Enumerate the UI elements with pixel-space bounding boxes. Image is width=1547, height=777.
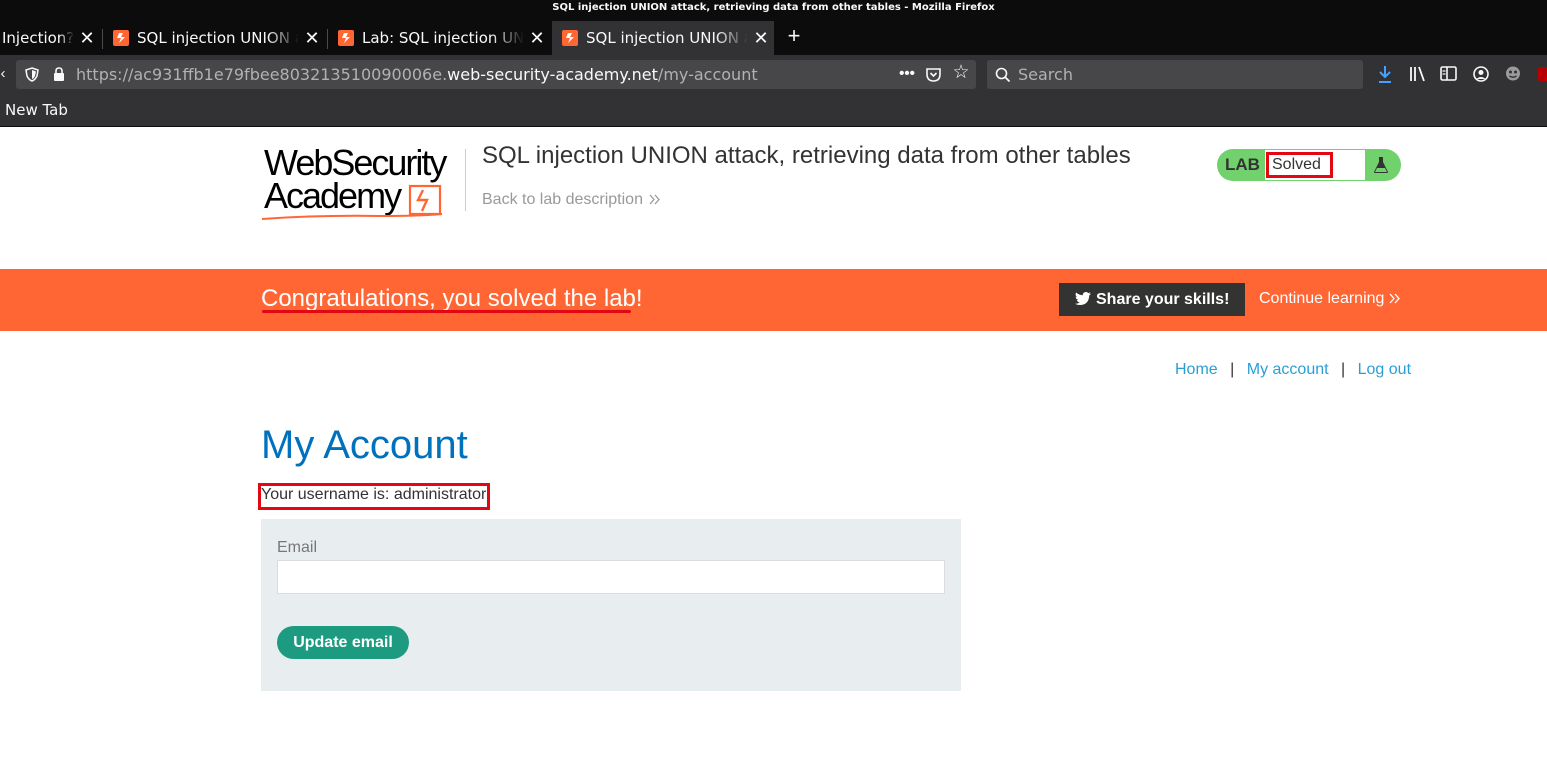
congratulations-underline (262, 310, 631, 313)
navigation-bar: ‹ https://ac931ffb1e79fbee80321351009000… (0, 55, 1547, 93)
logo-line-2: Academy (264, 175, 402, 216)
solved-banner: Congratulations, you solved the lab! Sha… (0, 269, 1547, 331)
portswigger-favicon-icon (338, 30, 354, 46)
continue-learning-link[interactable]: Continue learning (1259, 290, 1401, 308)
search-field[interactable]: Search (987, 60, 1363, 89)
twitter-icon (1075, 292, 1091, 305)
portswigger-favicon-icon (562, 30, 578, 46)
nav-separator: | (1230, 361, 1235, 378)
url-bar[interactable]: https://ac931ffb1e79fbee803213510090006e… (16, 60, 976, 89)
nav-separator: | (1341, 361, 1346, 378)
library-icon[interactable] (1409, 66, 1426, 82)
back-link-label: Back to lab description (482, 191, 643, 208)
window-title: SQL injection UNION attack, retrieving d… (0, 0, 1547, 15)
nav-home-link[interactable]: Home (1175, 361, 1218, 378)
update-email-form: Email Update email (261, 519, 961, 691)
ublock-icon[interactable] (1538, 67, 1547, 81)
share-button-label: Share your skills! (1096, 291, 1230, 308)
search-placeholder: Search (1018, 65, 1073, 84)
continue-learning-label: Continue learning (1259, 290, 1385, 307)
lock-icon[interactable] (53, 67, 65, 82)
tab-label: SQL injection UNION attack (137, 29, 299, 47)
email-field[interactable] (277, 560, 945, 594)
url-text[interactable]: https://ac931ffb1e79fbee803213510090006e… (76, 60, 758, 89)
share-skills-button[interactable]: Share your skills! (1059, 283, 1245, 316)
username-highlight-box (258, 483, 490, 510)
congratulations-message: Congratulations, you solved the lab! (261, 285, 643, 312)
update-email-button[interactable]: Update email (277, 626, 409, 659)
url-prefix: https://ac931ffb1e79fbee803213510090006e… (76, 65, 448, 84)
pocket-icon[interactable] (925, 66, 942, 83)
double-chevron-right-icon (1389, 293, 1400, 304)
lab-title: SQL injection UNION attack, retrieving d… (482, 142, 1131, 169)
url-path: /my-account (657, 65, 758, 84)
tab-label: Injection? (2, 29, 74, 47)
tab-sql-injection-1[interactable]: SQL injection UNION attack ✕ (103, 21, 325, 55)
search-icon (995, 67, 1011, 83)
tab-injection[interactable]: Injection? ✕ (0, 21, 100, 55)
tab-label: SQL injection UNION attack (586, 29, 748, 47)
close-icon[interactable]: ✕ (748, 28, 774, 49)
back-to-lab-description-link[interactable]: Back to lab description (482, 191, 661, 209)
tab-strip: Injection? ✕ SQL injection UNION attack … (0, 15, 1547, 55)
lab-badge-label: LAB (1225, 155, 1260, 174)
web-security-academy-logo[interactable]: WebSecurity Academy (261, 145, 464, 221)
page-title: My Account (261, 423, 468, 467)
back-arrow-icon[interactable]: ‹ (0, 64, 6, 84)
close-icon[interactable]: ✕ (299, 28, 325, 49)
logo-swoosh-icon (261, 213, 443, 220)
header-divider (465, 149, 466, 211)
shield-icon[interactable] (25, 67, 39, 82)
account-navigation: Home | My account | Log out (1175, 361, 1411, 379)
tab-label: Lab: SQL injection UNION (362, 29, 524, 47)
nav-log-out-link[interactable]: Log out (1358, 361, 1411, 378)
logo-lightning-icon (408, 184, 442, 216)
account-icon[interactable] (1473, 66, 1489, 82)
tab-sql-injection-active[interactable]: SQL injection UNION attack ✕ (552, 21, 774, 55)
page-content: WebSecurity Academy SQL injection UNION … (0, 127, 1547, 777)
flask-icon (1374, 157, 1388, 173)
portswigger-favicon-icon (113, 30, 129, 46)
bookmark-star-icon[interactable]: ☆ (950, 63, 972, 83)
close-icon[interactable]: ✕ (74, 28, 100, 49)
bookmark-new-tab[interactable]: New Tab (5, 93, 68, 127)
solved-highlight-box (1266, 152, 1333, 178)
extension-icon[interactable] (1504, 65, 1522, 82)
bookmarks-bar: New Tab (0, 93, 1547, 127)
sidebar-icon[interactable] (1440, 66, 1457, 81)
page-actions-more-icon[interactable]: ••• (896, 64, 918, 84)
double-chevron-right-icon (649, 194, 661, 205)
email-label: Email (277, 539, 318, 556)
tab-lab-sql-injection[interactable]: Lab: SQL injection UNION ✕ (328, 21, 550, 55)
url-domain: web-security-academy.net (447, 65, 658, 84)
close-icon[interactable]: ✕ (524, 28, 550, 49)
downloads-icon[interactable] (1377, 65, 1393, 84)
nav-my-account-link[interactable]: My account (1247, 361, 1329, 378)
new-tab-plus-icon[interactable]: + (781, 21, 807, 51)
